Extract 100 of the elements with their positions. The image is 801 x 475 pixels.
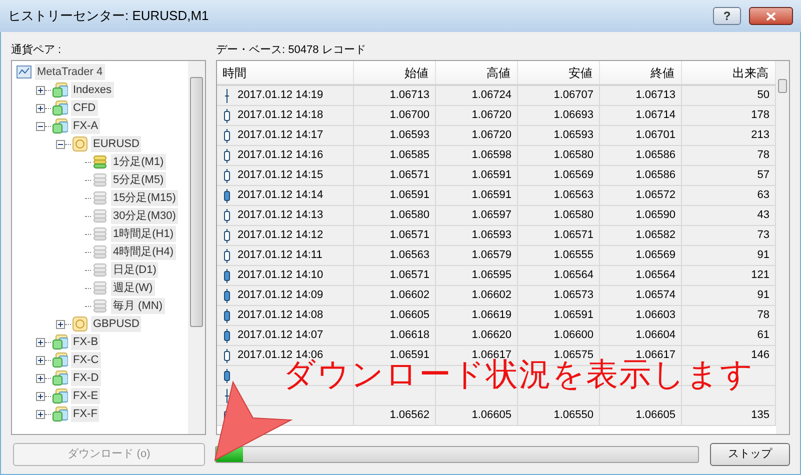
table-cell-text: 1.06605	[390, 308, 430, 324]
table-cell-text: 213	[751, 128, 770, 144]
table-cell-text: 1.06569	[636, 248, 676, 264]
tree-item[interactable]: FX-D	[71, 370, 101, 386]
column-header[interactable]: 時間	[216, 61, 354, 84]
table-cell-text: 1.06724	[472, 88, 512, 104]
close-button[interactable]	[749, 7, 793, 25]
table-cell-text: 1.06713	[390, 88, 430, 104]
expand-toggle[interactable]	[36, 356, 45, 364]
table-cell-text: 1.06582	[636, 228, 676, 244]
table-cell-text: 1.06555	[554, 248, 594, 264]
tree-item[interactable]: CFD	[71, 100, 98, 116]
coin-icon	[72, 316, 88, 332]
table-cell-text: 2017.01.12 14:19	[238, 88, 324, 104]
table-cell-text: 1.06714	[636, 108, 676, 124]
tree-item[interactable]: Indexes	[71, 82, 114, 98]
table-cell-text: 1.06563	[554, 188, 594, 204]
column-header[interactable]: 始値	[354, 61, 436, 84]
tree-item[interactable]: MetaTrader 4	[35, 64, 105, 80]
tree-item[interactable]: 4時間足(H4)	[111, 244, 176, 260]
table-cell-text: 1.06701	[636, 128, 676, 144]
expand-toggle[interactable]	[56, 320, 65, 328]
table-cell-text: 1.06720	[472, 108, 512, 124]
tree-label: 通貨ペア :	[11, 44, 62, 56]
expand-toggle[interactable]	[36, 86, 45, 94]
window-title: ヒストリーセンター: EURUSD,M1	[8, 7, 210, 26]
table-cell-text: 121	[751, 268, 770, 284]
tree-item[interactable]: FX-C	[71, 352, 101, 368]
expand-toggle[interactable]	[36, 392, 45, 400]
table-cell-text: 1.06586	[636, 168, 676, 184]
collapse-toggle[interactable]	[36, 122, 45, 130]
scrollbar[interactable]	[188, 61, 204, 434]
tree-item[interactable]: FX-E	[71, 388, 100, 404]
help-button[interactable]: ?	[713, 7, 741, 25]
table-cell-text: 1.06573	[554, 288, 594, 304]
expand-toggle[interactable]	[36, 338, 45, 346]
folder-icon	[52, 388, 68, 404]
folder-icon	[52, 118, 68, 134]
folder-icon	[52, 82, 68, 98]
table-cell-text: 2017.01.12 14:11	[238, 248, 322, 264]
table-cell-text: 78	[757, 148, 770, 164]
table-cell-text: 2017.01.12 14:14	[238, 188, 324, 204]
tree-item[interactable]: 30分足(M30)	[111, 208, 178, 224]
table-cell-text: 2017.01.12 14:18	[238, 108, 324, 124]
table-cell-text: 1.06593	[390, 128, 430, 144]
table-cell-text: 2017.01.12 14:10	[238, 268, 324, 284]
tree-item[interactable]: 1分足(M1)	[111, 154, 166, 170]
chart-icon	[16, 64, 32, 80]
column-header[interactable]: 高値	[436, 61, 518, 84]
table-cell-text: 135	[751, 408, 770, 424]
table-cell-text: 63	[757, 188, 770, 204]
tree-item[interactable]: FX-A	[71, 118, 100, 134]
table-cell-text: 2017.01.12 14:12	[238, 228, 324, 244]
tree-item[interactable]: EURUSD	[91, 136, 142, 152]
table-cell-text: 1.06700	[390, 108, 430, 124]
table-cell-text: 43	[757, 208, 770, 224]
tree-item[interactable]: 5分足(M5)	[111, 172, 166, 188]
expand-toggle[interactable]	[36, 104, 45, 112]
table-cell-text: 2017.01.12 14:07	[238, 328, 324, 344]
tree-item[interactable]: FX-F	[71, 406, 100, 422]
table-cell-text: 1.06571	[554, 228, 594, 244]
expand-toggle[interactable]	[36, 374, 45, 382]
coin-icon	[72, 136, 88, 152]
tree-item[interactable]: 毎月 (MN)	[111, 298, 164, 314]
table-cell-text: 2017.01.12 14:08	[238, 308, 324, 324]
table-cell-text: 1.06569	[554, 168, 594, 184]
table-cell-text: 1.06591	[390, 188, 430, 204]
table-cell-text: 1.06579	[472, 248, 512, 264]
table-cell-text: 1.06564	[636, 268, 676, 284]
table-cell-text: 1.06693	[554, 108, 594, 124]
table-cell-text: 57	[757, 168, 770, 184]
stop-button[interactable]: ストップ	[710, 443, 790, 466]
table-cell-text: 1.06605	[472, 408, 512, 424]
collapse-toggle[interactable]	[56, 140, 65, 148]
tree-item[interactable]: 日足(D1)	[111, 262, 158, 278]
table-cell-text: 1.06580	[390, 208, 430, 224]
table-cell-text: 50	[757, 88, 770, 104]
table-cell-text: 1.06620	[472, 328, 512, 344]
table-cell-text: 1.06593	[472, 228, 512, 244]
tree-item[interactable]: 15分足(M15)	[111, 190, 178, 206]
table-cell-text: 1.06572	[636, 188, 676, 204]
table-cell-text: 2017.01.12 14:13	[238, 208, 324, 224]
table-cell-text: 146	[751, 348, 770, 364]
table-cell-text: 1.06595	[472, 268, 512, 284]
scrollbar[interactable]	[776, 61, 789, 434]
table-cell-text: 1.06603	[636, 308, 676, 324]
table-cell-text: 1.06580	[554, 148, 594, 164]
tree-item[interactable]: GBPUSD	[91, 316, 142, 332]
table-cell-text: 1.06604	[636, 328, 676, 344]
column-header[interactable]: 安値	[518, 61, 600, 84]
tree-item[interactable]: FX-B	[71, 334, 100, 350]
folder-icon	[52, 334, 68, 350]
table-cell-text: 1.06591	[554, 308, 594, 324]
table-cell-text: 1.06605	[636, 408, 676, 424]
column-header[interactable]: 終値	[600, 61, 682, 84]
table-cell-text: 1.06618	[390, 328, 430, 344]
table-cell-text: 1.06707	[554, 88, 594, 104]
tree-item[interactable]: 週足(W)	[111, 280, 155, 296]
expand-toggle[interactable]	[36, 410, 45, 418]
tree-item[interactable]: 1時間足(H1)	[111, 226, 176, 242]
